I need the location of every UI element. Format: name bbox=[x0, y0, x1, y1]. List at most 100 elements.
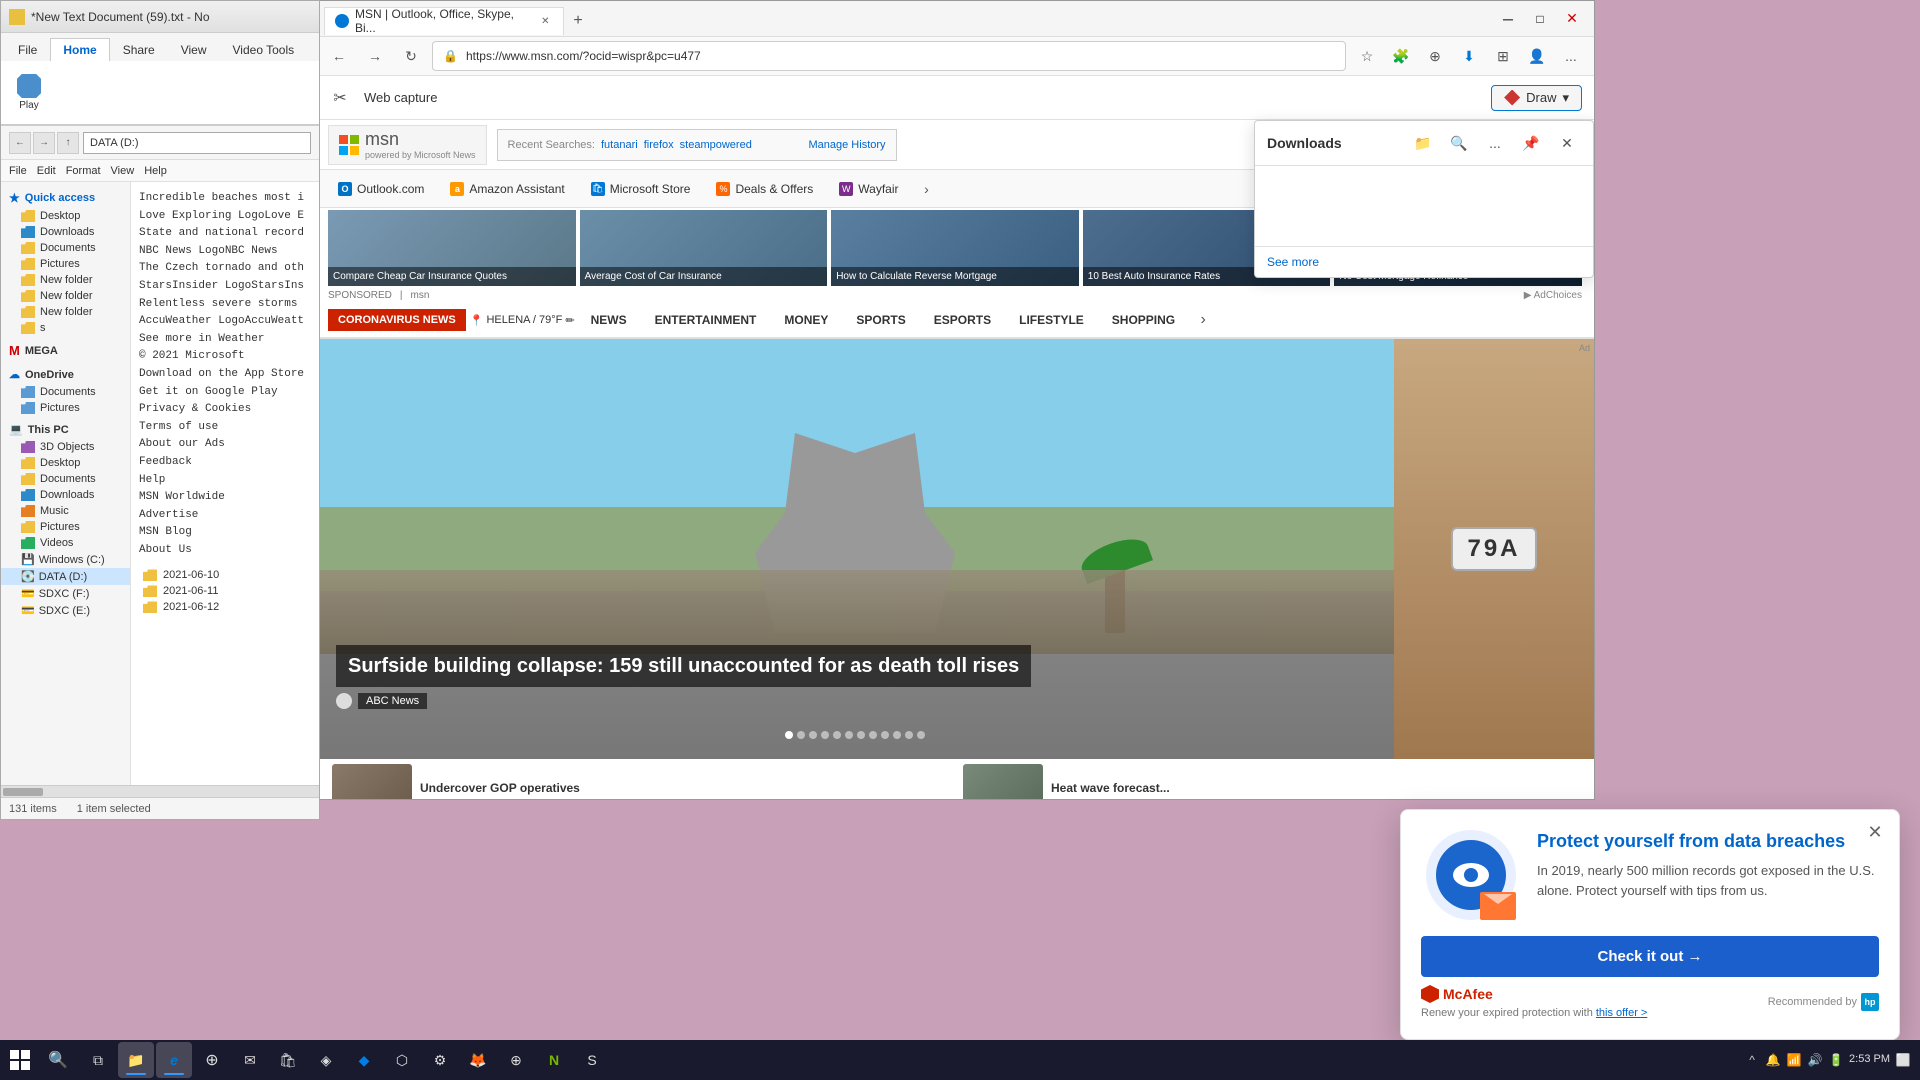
taskbar-nvidia-btn[interactable]: N bbox=[536, 1042, 572, 1078]
msn-nav-money[interactable]: MONEY bbox=[772, 305, 840, 335]
sidebar-item-music[interactable]: Music bbox=[1, 503, 130, 519]
search-tag-2[interactable]: firefox bbox=[644, 139, 674, 151]
sponsored-item-1[interactable]: Compare Cheap Car Insurance Quotes bbox=[328, 210, 576, 286]
hero-dot-9[interactable] bbox=[881, 731, 889, 739]
taskbar-app6-btn[interactable]: ◈ bbox=[308, 1042, 344, 1078]
sidebar-item-pictures[interactable]: Pictures bbox=[1, 256, 130, 272]
fe-date-item-3[interactable]: 2021-06-12 bbox=[139, 599, 311, 615]
taskbar-steam-btn[interactable]: ⚙ bbox=[422, 1042, 458, 1078]
msn-bottom-story-2[interactable]: Heat wave forecast... bbox=[959, 767, 1582, 799]
fe-thispc-header[interactable]: 💻 This PC bbox=[1, 420, 130, 439]
sidebar-item-windows-c[interactable]: 💾 Windows (C:) bbox=[1, 551, 130, 568]
tray-action-center[interactable]: ⬜ bbox=[1894, 1051, 1912, 1069]
bookmark-deals[interactable]: % Deals & Offers bbox=[706, 179, 823, 199]
taskbar-file-explorer-btn[interactable]: 📁 bbox=[118, 1042, 154, 1078]
sidebar-item-pc-pictures[interactable]: Pictures bbox=[1, 519, 130, 535]
msn-nav-lifestyle[interactable]: LIFESTYLE bbox=[1007, 305, 1096, 335]
taskbar-store-btn[interactable]: 🛍 bbox=[270, 1042, 306, 1078]
ad-choices-link[interactable]: ▶ AdChoices bbox=[1524, 290, 1582, 301]
msn-nav-more-btn[interactable]: › bbox=[1191, 308, 1215, 332]
hero-dot-6[interactable] bbox=[845, 731, 853, 739]
sidebar-item-s[interactable]: s bbox=[1, 320, 130, 336]
browser-address-bar[interactable]: 🔒 https://www.msn.com/?ocid=wispr&pc=u47… bbox=[432, 41, 1346, 71]
downloads-pin-btn[interactable]: 📌 bbox=[1517, 129, 1545, 157]
fe-tab-view[interactable]: View bbox=[168, 38, 220, 61]
fe-onedrive-header[interactable]: ☁ OneDrive bbox=[1, 365, 130, 384]
sidebar-item-videos[interactable]: Videos bbox=[1, 535, 130, 551]
browser-refresh-btn[interactable]: ↻ bbox=[396, 41, 426, 71]
sidebar-item-pc-desktop[interactable]: Desktop bbox=[1, 455, 130, 471]
tray-chevron[interactable]: ^ bbox=[1743, 1051, 1761, 1069]
start-button[interactable] bbox=[0, 1040, 40, 1080]
msn-nav-esports[interactable]: ESPORTS bbox=[922, 305, 1003, 335]
web-capture-draw-btn[interactable]: Draw ▾ bbox=[1491, 85, 1582, 111]
taskbar-chrome-btn[interactable]: ⊕ bbox=[194, 1042, 230, 1078]
bookmark-outlook[interactable]: O Outlook.com bbox=[328, 179, 434, 199]
msn-search-bar[interactable]: Recent Searches: futanari firefox steamp… bbox=[497, 129, 897, 161]
msn-nav-sports[interactable]: SPORTS bbox=[844, 305, 917, 335]
taskbar-clock[interactable]: 2:53 PM bbox=[1849, 1052, 1890, 1067]
new-tab-button[interactable]: + bbox=[564, 7, 592, 35]
downloads-open-folder-btn[interactable]: 📁 bbox=[1409, 129, 1437, 157]
hero-dot-3[interactable] bbox=[809, 731, 817, 739]
sidebar-item-od-documents[interactable]: Documents bbox=[1, 384, 130, 400]
msn-sidebar-advertisement[interactable]: 79A Ad bbox=[1394, 339, 1594, 759]
sidebar-item-pc-documents[interactable]: Documents bbox=[1, 471, 130, 487]
hero-dot-11[interactable] bbox=[905, 731, 913, 739]
sidebar-item-sdxc-f[interactable]: 💳 SDXC (F:) bbox=[1, 585, 130, 602]
fe-menu-edit[interactable]: Edit bbox=[37, 165, 56, 177]
mcafee-close-btn[interactable]: ✕ bbox=[1861, 818, 1889, 846]
sidebar-item-od-pictures[interactable]: Pictures bbox=[1, 400, 130, 416]
taskbar-app11-btn[interactable]: ⊕ bbox=[498, 1042, 534, 1078]
msn-nav-entertainment[interactable]: ENTERTAINMENT bbox=[643, 305, 769, 335]
hero-dot-10[interactable] bbox=[893, 731, 901, 739]
fe-up-btn[interactable]: ↑ bbox=[57, 132, 79, 154]
downloads-btn[interactable]: ⬇ bbox=[1454, 41, 1484, 71]
taskbar-dropbox-btn[interactable]: ◆ bbox=[346, 1042, 382, 1078]
fe-quick-access-header[interactable]: Quick access bbox=[1, 188, 130, 208]
msn-hero-article[interactable]: Surfside building collapse: 159 still un… bbox=[316, 339, 1394, 759]
fe-tab-videotools[interactable]: Video Tools bbox=[220, 38, 308, 61]
taskbar-app13-btn[interactable]: S bbox=[574, 1042, 610, 1078]
collections-btn[interactable]: ⊕ bbox=[1420, 41, 1450, 71]
hero-dot-5[interactable] bbox=[833, 731, 841, 739]
downloads-see-more-link[interactable]: See more bbox=[1255, 246, 1593, 277]
sidebar-item-pc-downloads[interactable]: Downloads bbox=[1, 487, 130, 503]
msn-nav-news[interactable]: NEWS bbox=[579, 305, 639, 335]
extensions-btn[interactable]: 🧩 bbox=[1386, 41, 1416, 71]
sidebar-item-newfolder3[interactable]: New folder bbox=[1, 304, 130, 320]
bookmark-amazon[interactable]: a Amazon Assistant bbox=[440, 179, 574, 199]
sidebar-item-downloads[interactable]: Downloads bbox=[1, 224, 130, 240]
browser-close-btn[interactable]: ✕ bbox=[1558, 5, 1586, 33]
browser-forward-btn[interactable]: → bbox=[360, 41, 390, 71]
tray-notifications[interactable]: 🔔 bbox=[1764, 1051, 1782, 1069]
tray-wifi[interactable]: 📶 bbox=[1785, 1051, 1803, 1069]
taskbar-app8-btn[interactable]: ⬡ bbox=[384, 1042, 420, 1078]
profile-btn[interactable]: 👤 bbox=[1522, 41, 1552, 71]
sidebar-item-3dobjects[interactable]: 3D Objects bbox=[1, 439, 130, 455]
mcafee-cta-btn[interactable]: Check it out → bbox=[1421, 936, 1879, 977]
hero-dot-8[interactable] bbox=[869, 731, 877, 739]
manage-history-link[interactable]: Manage History bbox=[809, 139, 886, 151]
fe-tab-home[interactable]: Home bbox=[50, 38, 109, 61]
fe-tab-file[interactable]: File bbox=[5, 38, 50, 61]
fe-menu-format[interactable]: Format bbox=[66, 165, 101, 177]
tray-battery[interactable]: 🔋 bbox=[1827, 1051, 1845, 1069]
fe-date-item-1[interactable]: 2021-06-10 bbox=[139, 567, 311, 583]
sponsored-item-2[interactable]: Average Cost of Car Insurance bbox=[580, 210, 828, 286]
bookmark-wayfair[interactable]: W Wayfair bbox=[829, 179, 908, 199]
fe-tab-share[interactable]: Share bbox=[110, 38, 168, 61]
taskbar-firefox-btn[interactable]: 🦊 bbox=[460, 1042, 496, 1078]
downloads-close-btn[interactable]: ✕ bbox=[1553, 129, 1581, 157]
browser-more-btn[interactable]: ... bbox=[1556, 41, 1586, 71]
sidebar-item-sdxc-e[interactable]: 💳 SDXC (E:) bbox=[1, 602, 130, 619]
mcafee-offer-link[interactable]: this offer > bbox=[1596, 1007, 1647, 1019]
fe-mega-header[interactable]: M MEGA bbox=[1, 340, 130, 361]
fe-menu-view[interactable]: View bbox=[111, 165, 135, 177]
fe-horizontal-scrollbar[interactable] bbox=[1, 785, 319, 797]
hero-dot-2[interactable] bbox=[797, 731, 805, 739]
msn-nav-location[interactable]: 📍 HELENA / 79°F ✏ bbox=[470, 314, 575, 327]
taskbar-mail-btn[interactable]: ✉ bbox=[232, 1042, 268, 1078]
browser-back-btn[interactable]: ← bbox=[324, 41, 354, 71]
msn-logo[interactable]: msn powered by Microsoft News bbox=[328, 125, 487, 165]
